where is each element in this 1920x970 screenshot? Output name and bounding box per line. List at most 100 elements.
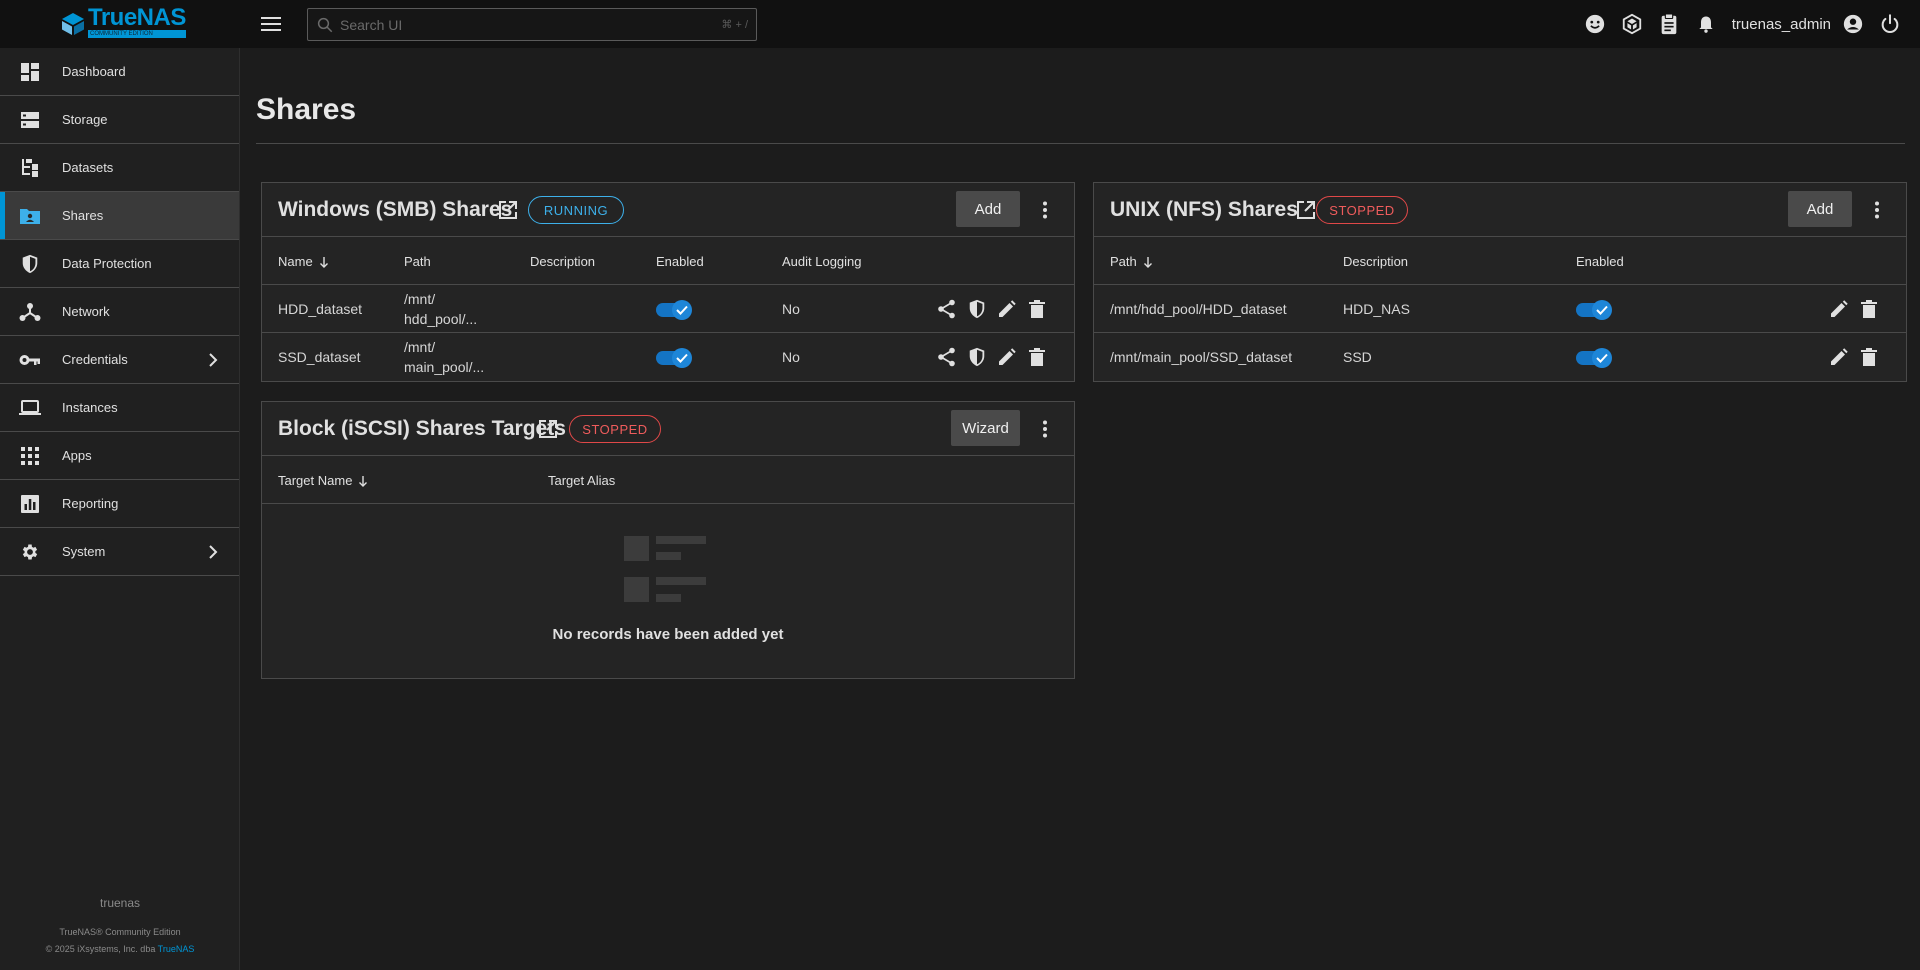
share-description: SSD [1343,349,1372,365]
sidebar-item-label: Data Protection [62,256,152,271]
sidebar-item-label: Datasets [62,160,114,175]
edit-pencil-icon[interactable] [995,297,1019,321]
nfs-add-button[interactable]: Add [1788,191,1852,227]
sidebar-item-system[interactable]: System [0,528,239,576]
sidebar-item-label: Shares [62,208,104,223]
menu-toggle-button[interactable] [259,12,283,36]
more-vert-icon[interactable] [1865,198,1889,222]
open-in-new-icon[interactable] [1295,199,1317,221]
nfs-card-title[interactable]: UNIX (NFS) Shares [1110,198,1298,222]
open-in-new-icon[interactable] [497,199,519,221]
username-label[interactable]: truenas_admin [1732,16,1831,33]
sidebar-item-label: Instances [62,400,118,415]
iscsi-status-badge[interactable]: STOPPED [569,415,661,443]
security-shield-icon[interactable] [965,345,989,369]
edit-pencil-icon[interactable] [995,345,1019,369]
open-in-new-icon[interactable] [537,418,559,440]
smb-card-title[interactable]: Windows (SMB) Shares [278,198,512,222]
column-header-target-name[interactable]: Target Name [278,473,368,488]
account-circle-icon[interactable] [1841,12,1865,36]
share-path: /mnt/hdd_pool/HDD_dataset [1110,301,1287,317]
iscsi-targets-card: Block (iSCSI) Shares Targets STOPPED Wiz… [261,401,1075,679]
delete-trash-icon[interactable] [1025,297,1049,321]
sidebar-item-shares[interactable]: Shares [0,192,239,240]
iscsi-wizard-button[interactable]: Wizard [951,410,1020,446]
search-input[interactable] [340,16,700,33]
edit-pencil-icon[interactable] [1827,345,1851,369]
table-row[interactable]: SSD_dataset /mnt/ main_pool/... No [262,333,1074,381]
nfs-card-header: UNIX (NFS) Shares STOPPED Add [1094,183,1906,237]
column-label: Name [278,254,313,269]
enabled-toggle[interactable] [1576,300,1612,320]
jobs-clipboard-icon[interactable] [1657,12,1681,36]
sidebar-item-label: Network [62,304,110,319]
share-name: HDD_dataset [278,301,363,317]
reporting-chart-icon [18,492,42,516]
truecommand-icon[interactable] [1620,12,1644,36]
smb-status-badge[interactable]: RUNNING [528,196,624,224]
truenas-link[interactable]: TrueNAS [158,944,195,954]
power-icon[interactable] [1878,12,1902,36]
gear-icon [18,540,42,564]
sidebar-item-datasets[interactable]: Datasets [0,144,239,192]
table-row[interactable]: /mnt/hdd_pool/HDD_dataset HDD_NAS [1094,285,1906,333]
shares-folder-icon [18,204,42,228]
sidebar-footer: truenas TrueNAS® Community Edition © 202… [0,896,240,958]
sidebar-item-data-protection[interactable]: Data Protection [0,240,239,288]
security-shield-icon[interactable] [965,297,989,321]
more-vert-icon[interactable] [1033,198,1057,222]
smb-add-button[interactable]: Add [956,191,1020,227]
truenas-logo[interactable]: TrueNAS Community Edition [60,4,186,38]
enabled-toggle[interactable] [1576,348,1612,368]
share-path: /mnt/ hdd_pool/... [404,289,477,329]
feedback-icon[interactable] [1583,12,1607,36]
table-row[interactable]: /mnt/main_pool/SSD_dataset SSD [1094,333,1906,381]
storage-icon [18,108,42,132]
top-right-actions: truenas_admin [1570,0,1920,48]
nfs-status-badge[interactable]: STOPPED [1316,196,1408,224]
sidebar-item-apps[interactable]: Apps [0,432,239,480]
top-toolbar: TrueNAS Community Edition ⌘ + / [0,0,1920,48]
column-header-target-alias[interactable]: Target Alias [548,473,615,488]
share-path: /mnt/ main_pool/... [404,337,484,377]
column-header-enabled[interactable]: Enabled [1576,254,1624,269]
sidebar-item-credentials[interactable]: Credentials [0,336,239,384]
logo-name: TrueNAS [88,4,186,31]
nfs-table-header: Path Description Enabled [1094,237,1906,285]
datasets-icon [18,156,42,180]
edit-pencil-icon[interactable] [1827,297,1851,321]
smb-table-header: Name Path Description Enabled Audit Logg… [262,237,1074,285]
sidebar-item-dashboard[interactable]: Dashboard [0,48,239,96]
column-header-name[interactable]: Name [278,254,329,269]
truenas-logo-icon [62,13,84,35]
sidebar-item-instances[interactable]: Instances [0,384,239,432]
column-header-description[interactable]: Description [530,254,595,269]
global-search[interactable]: ⌘ + / [307,8,757,41]
sidebar-item-reporting[interactable]: Reporting [0,480,239,528]
enabled-toggle[interactable] [656,348,692,368]
column-header-description[interactable]: Description [1343,254,1408,269]
delete-trash-icon[interactable] [1857,345,1881,369]
check-icon [1592,348,1612,368]
share-icon[interactable] [935,345,959,369]
sidebar-item-label: Dashboard [62,64,126,79]
sidebar-item-storage[interactable]: Storage [0,96,239,144]
column-header-path[interactable]: Path [1110,254,1153,269]
check-icon [672,348,692,368]
share-icon[interactable] [935,297,959,321]
table-row[interactable]: HDD_dataset /mnt/ hdd_pool/... No [262,285,1074,333]
column-header-audit-logging[interactable]: Audit Logging [782,254,862,269]
column-header-path[interactable]: Path [404,254,431,269]
column-header-enabled[interactable]: Enabled [656,254,704,269]
sidebar-item-network[interactable]: Network [0,288,239,336]
sidebar-item-label: Reporting [62,496,119,511]
alerts-bell-icon[interactable] [1694,12,1718,36]
copyright-line-1: TrueNAS® Community Edition [59,927,181,937]
delete-trash-icon[interactable] [1857,297,1881,321]
enabled-toggle[interactable] [656,300,692,320]
iscsi-card-title[interactable]: Block (iSCSI) Shares Targets [278,417,566,441]
more-vert-icon[interactable] [1033,417,1057,441]
search-shortcut-hint: ⌘ + / [721,19,748,31]
dashboard-icon [18,60,42,84]
delete-trash-icon[interactable] [1025,345,1049,369]
